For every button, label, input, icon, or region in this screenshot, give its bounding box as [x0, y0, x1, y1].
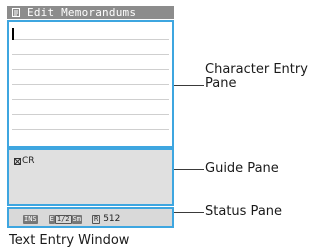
text-line: [12, 84, 169, 85]
guide-label: CR: [22, 156, 35, 166]
width-badge: 1/2: [54, 214, 72, 224]
window-title: Edit Memorandums: [27, 6, 137, 19]
caption: Text Entry Window: [9, 233, 130, 248]
input-mode-badge: INS: [23, 214, 38, 224]
x-box-icon: [14, 157, 21, 165]
character-entry-pane[interactable]: [7, 20, 174, 148]
callout-character-entry-pane: Character Entry Pane: [205, 62, 308, 91]
char-type-badge: E: [48, 214, 55, 224]
text-line: [12, 129, 169, 130]
callout-guide-pane: Guide Pane: [205, 161, 279, 176]
text-line: [12, 114, 169, 115]
remaining-badge: R: [91, 214, 101, 224]
text-line: [12, 54, 169, 55]
status-row: INS E 1/2 Sm R 512: [23, 214, 120, 224]
guide-item: CR: [14, 156, 35, 166]
text-entry-window: Edit Memorandums CR INS E 1/2 Sm R 512: [7, 6, 174, 228]
text-line: [12, 69, 169, 70]
text-cursor: [12, 28, 14, 40]
text-lines: [12, 25, 169, 143]
title-bar: Edit Memorandums: [7, 6, 174, 19]
callout-line-guide: [174, 169, 204, 170]
callout-status-pane: Status Pane: [205, 204, 283, 219]
remaining-count: 512: [103, 214, 121, 224]
status-pane: INS E 1/2 Sm R 512: [7, 207, 174, 228]
memo-icon: [12, 8, 20, 17]
case-badge: Sm: [71, 214, 82, 224]
callout-line-character-entry: [174, 85, 204, 86]
text-line: [12, 39, 169, 40]
text-line: [12, 99, 169, 100]
guide-pane: CR: [7, 148, 174, 206]
callout-line-status: [174, 212, 204, 213]
